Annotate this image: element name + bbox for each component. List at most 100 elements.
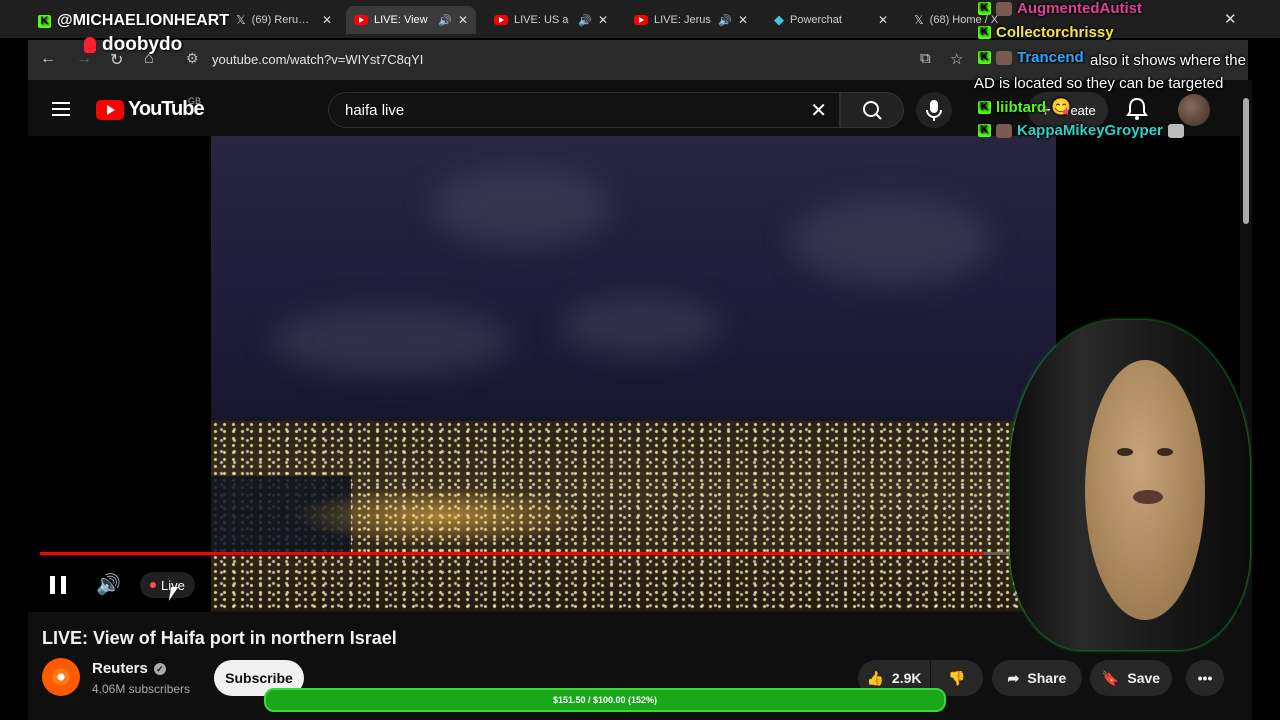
chat-message-text: also it shows where the AD is located so… bbox=[974, 52, 1246, 92]
search-input[interactable]: haifa live bbox=[345, 102, 404, 119]
streamer-handle: K @MICHAELIONHEART bbox=[38, 12, 229, 30]
progress-fill bbox=[40, 552, 984, 555]
verified-check-icon: ✓ bbox=[153, 662, 166, 675]
back-icon[interactable]: ← bbox=[40, 50, 56, 68]
mouse-cursor-icon bbox=[168, 587, 179, 601]
avatar-eye bbox=[1117, 448, 1133, 456]
tab-title: LIVE: Jerus bbox=[654, 14, 711, 26]
close-icon[interactable]: ✕ bbox=[598, 13, 608, 27]
country-code: GB bbox=[188, 96, 202, 106]
chat-message: K KappaMikeyGroyper bbox=[978, 122, 1184, 139]
search-button[interactable] bbox=[840, 92, 904, 128]
site-settings-icon[interactable]: ⚙ bbox=[186, 50, 199, 67]
cloud bbox=[791, 196, 991, 286]
bookmark-star-icon[interactable]: ☆ bbox=[950, 50, 963, 68]
close-icon[interactable]: ✕ bbox=[458, 13, 468, 27]
tab-powerchat[interactable]: ◆ Powerchat ✕ bbox=[766, 6, 896, 34]
tab-live-us[interactable]: LIVE: US a 🔊 ✕ bbox=[486, 6, 616, 34]
x-icon: 𝕏 bbox=[914, 13, 924, 27]
youtube-icon bbox=[494, 15, 508, 25]
tab-x-rerum[interactable]: 𝕏 (69) Rerum N ✕ bbox=[228, 6, 340, 34]
channel-name-text: Reuters bbox=[92, 660, 148, 677]
pause-icon[interactable] bbox=[50, 576, 66, 594]
channel-avatar[interactable] bbox=[42, 658, 80, 696]
powerchat-icon: ◆ bbox=[774, 12, 784, 27]
thumbs-down-icon: 👎 bbox=[948, 669, 966, 686]
share-label: Share bbox=[1027, 670, 1067, 686]
close-icon[interactable]: ✕ bbox=[322, 13, 332, 27]
bookmark-icon: 🔖 bbox=[1101, 669, 1120, 686]
emote-icon bbox=[996, 1, 1012, 16]
kick-icon: K bbox=[978, 2, 991, 15]
share-icon: ➦ bbox=[1007, 669, 1020, 686]
microphone-icon bbox=[926, 100, 942, 121]
close-icon[interactable]: ✕ bbox=[738, 13, 748, 27]
emote-icon bbox=[1167, 123, 1184, 138]
chat-message: K AugmentedAutist bbox=[978, 0, 1142, 17]
channel-name[interactable]: Reuters ✓ bbox=[92, 660, 166, 677]
save-label: Save bbox=[1127, 670, 1161, 686]
chat-username: KappaMikeyGroyper bbox=[1017, 122, 1163, 139]
avatar-eye bbox=[1157, 448, 1173, 456]
emote-icon: 😋 bbox=[1051, 99, 1071, 116]
tab-title: LIVE: US a bbox=[514, 14, 569, 26]
heart-icon bbox=[84, 37, 96, 53]
url-field[interactable]: youtube.com/watch?v=WIYst7C8qYI bbox=[212, 52, 423, 67]
save-button[interactable]: 🔖 Save bbox=[1090, 660, 1172, 696]
video-title: LIVE: View of Haifa port in northern Isr… bbox=[42, 628, 397, 648]
like-count: 2.9K bbox=[891, 670, 922, 686]
avatar-face bbox=[1085, 360, 1205, 620]
donor-text: doobydo bbox=[102, 34, 183, 55]
speaker-icon[interactable]: 🔊 bbox=[438, 14, 452, 27]
install-icon[interactable]: ⧉ bbox=[920, 50, 931, 67]
live-dot-icon bbox=[150, 582, 156, 588]
chat-message: K liibtard 😋 bbox=[978, 97, 1071, 117]
chat-username: liibtard bbox=[996, 98, 1047, 116]
clear-icon[interactable]: ✕ bbox=[810, 98, 827, 123]
tab-title: (69) Rerum N bbox=[251, 14, 316, 26]
kick-icon: K bbox=[38, 14, 51, 28]
tab-title: LIVE: View bbox=[374, 14, 428, 26]
video-frame[interactable] bbox=[211, 136, 1056, 612]
voice-search-button[interactable] bbox=[916, 92, 952, 128]
speaker-icon[interactable]: 🔊 bbox=[718, 14, 732, 27]
thumbs-up-icon: 👍 bbox=[866, 669, 884, 686]
port-lights bbox=[291, 486, 591, 546]
handle-text: @MICHAELIONHEART bbox=[57, 12, 230, 29]
close-icon[interactable]: ✕ bbox=[878, 13, 888, 27]
more-actions-button[interactable]: ••• bbox=[1186, 660, 1224, 696]
donor-name: doobydo bbox=[84, 34, 182, 56]
youtube-icon bbox=[96, 99, 124, 120]
speaker-icon[interactable]: 🔊 bbox=[578, 14, 592, 27]
donation-goal-bar: $151.50 / $100.00 (152%) bbox=[264, 688, 946, 712]
search-icon bbox=[863, 101, 882, 120]
search-box[interactable]: haifa live ✕ bbox=[328, 92, 840, 128]
tab-title: Powerchat bbox=[790, 14, 842, 26]
menu-icon[interactable] bbox=[52, 102, 70, 116]
emote-icon bbox=[996, 123, 1012, 138]
chat-message: K Collectorchrissy bbox=[978, 24, 1114, 41]
notifications-bell-icon[interactable] bbox=[1124, 96, 1150, 122]
tab-live-view[interactable]: LIVE: View 🔊 ✕ bbox=[346, 6, 476, 34]
share-button[interactable]: ➦ Share bbox=[992, 660, 1082, 696]
cloud bbox=[431, 166, 611, 246]
chat-username: AugmentedAutist bbox=[1017, 0, 1142, 17]
more-icon: ••• bbox=[1197, 670, 1213, 686]
live-badge[interactable]: Live bbox=[140, 572, 195, 598]
subscriber-count: 4.06M subscribers bbox=[92, 682, 191, 696]
window-close-icon[interactable]: ✕ bbox=[1224, 10, 1237, 28]
kick-icon: K bbox=[978, 124, 991, 137]
tab-live-jerusalem[interactable]: LIVE: Jerus 🔊 ✕ bbox=[626, 6, 756, 34]
volume-icon[interactable]: 🔊 bbox=[96, 572, 121, 597]
cloud bbox=[561, 296, 721, 356]
kick-icon: K bbox=[978, 26, 991, 39]
x-icon: 𝕏 bbox=[236, 13, 246, 27]
chat-username: Collectorchrissy bbox=[996, 24, 1114, 41]
scrollbar-thumb[interactable] bbox=[1243, 98, 1249, 224]
avatar-mouth bbox=[1133, 490, 1163, 504]
kick-icon: K bbox=[978, 100, 991, 114]
vtuber-avatar bbox=[990, 320, 1260, 660]
youtube-icon bbox=[354, 15, 368, 25]
cloud bbox=[271, 306, 511, 376]
youtube-icon bbox=[634, 15, 648, 25]
